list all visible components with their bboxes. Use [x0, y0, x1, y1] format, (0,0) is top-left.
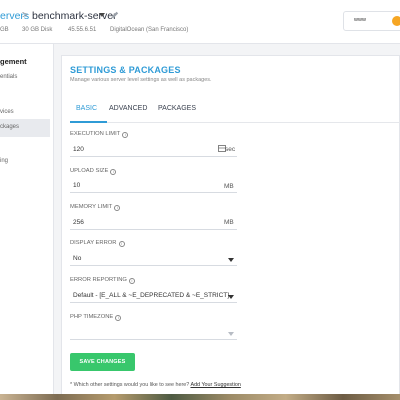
- logo-mark-icon: [392, 16, 400, 26]
- sidebar-item-credentials[interactable]: entials: [0, 74, 17, 80]
- sidebar-item-settings-packages[interactable]: ckages: [0, 124, 19, 130]
- memory-limit-input[interactable]: 256: [70, 216, 237, 230]
- pencil-icon[interactable]: [111, 11, 119, 19]
- tab-packages[interactable]: PACKAGES: [158, 105, 196, 112]
- memory-limit-label: MEMORY LIMIT i: [70, 204, 121, 211]
- server-ram: GB: [0, 27, 9, 33]
- server-ip: 45.55.6.51: [68, 27, 97, 33]
- execution-limit-label: EXECUTION LIMIT i: [70, 131, 129, 138]
- info-icon[interactable]: i: [118, 241, 125, 247]
- upload-size-input[interactable]: 10: [70, 179, 237, 193]
- page-title: SETTINGS & PACKAGES: [70, 65, 181, 75]
- tab-advanced[interactable]: ADVANCED: [109, 105, 147, 112]
- server-disk: 30 GB Disk: [22, 27, 53, 33]
- sidebar-item-logging[interactable]: ing: [0, 158, 8, 164]
- display-error-label: DISPLAY ERROR i: [70, 240, 125, 247]
- save-changes-button[interactable]: SAVE CHANGES: [70, 353, 135, 371]
- add-suggestion-link[interactable]: Add Your Suggestion: [190, 382, 240, 388]
- execution-limit-unit: sec: [225, 146, 236, 153]
- tab-basic[interactable]: BASIC: [76, 105, 97, 112]
- upload-size-unit: MB: [224, 183, 234, 190]
- logo-text: www: [354, 17, 366, 23]
- php-timezone-label: PHP TIMEZONE i: [70, 314, 122, 321]
- info-icon[interactable]: i: [115, 315, 122, 321]
- info-icon[interactable]: i: [114, 205, 121, 211]
- active-tab-indicator: [70, 121, 107, 123]
- memory-limit-unit: MB: [224, 219, 234, 226]
- php-timezone-select[interactable]: [70, 326, 237, 340]
- top-header: ervers > benchmark-server GB 30 GB Disk …: [0, 0, 400, 44]
- display-error-select[interactable]: No: [70, 252, 237, 266]
- sidebar-item-services[interactable]: vices: [0, 109, 14, 115]
- settings-card: SETTINGS & PACKAGES Manage various serve…: [61, 55, 400, 400]
- background-image-strip: [0, 394, 400, 400]
- sidebar-heading: gement: [0, 57, 27, 66]
- tab-bar: BASIC ADVANCED PACKAGES: [70, 103, 400, 123]
- breadcrumb-separator: >: [22, 10, 28, 21]
- chevron-down-icon: [228, 332, 234, 336]
- brand-logo-badge[interactable]: www: [343, 11, 400, 31]
- upload-size-label: UPLOAD SIZE i: [70, 168, 117, 175]
- error-reporting-label: ERROR REPORTING i: [70, 277, 135, 284]
- info-icon[interactable]: i: [110, 169, 117, 175]
- execution-limit-input[interactable]: 120: [70, 143, 237, 157]
- error-reporting-select[interactable]: Default - [E_ALL & ~E_DEPRECATED & ~E_ST…: [70, 289, 237, 303]
- suggestion-footnote: * Which other settings would you like to…: [70, 382, 241, 388]
- page-subtitle: Manage various server level settings as …: [70, 77, 212, 83]
- chevron-down-icon[interactable]: [99, 13, 105, 17]
- server-provider: DigitalOcean (San Francisco): [110, 27, 189, 33]
- info-icon[interactable]: i: [128, 278, 135, 284]
- chevron-down-icon: [228, 295, 234, 299]
- sidebar: gement entials vices ckages ing: [0, 44, 54, 400]
- chevron-down-icon: [228, 258, 234, 262]
- info-icon[interactable]: i: [122, 132, 129, 138]
